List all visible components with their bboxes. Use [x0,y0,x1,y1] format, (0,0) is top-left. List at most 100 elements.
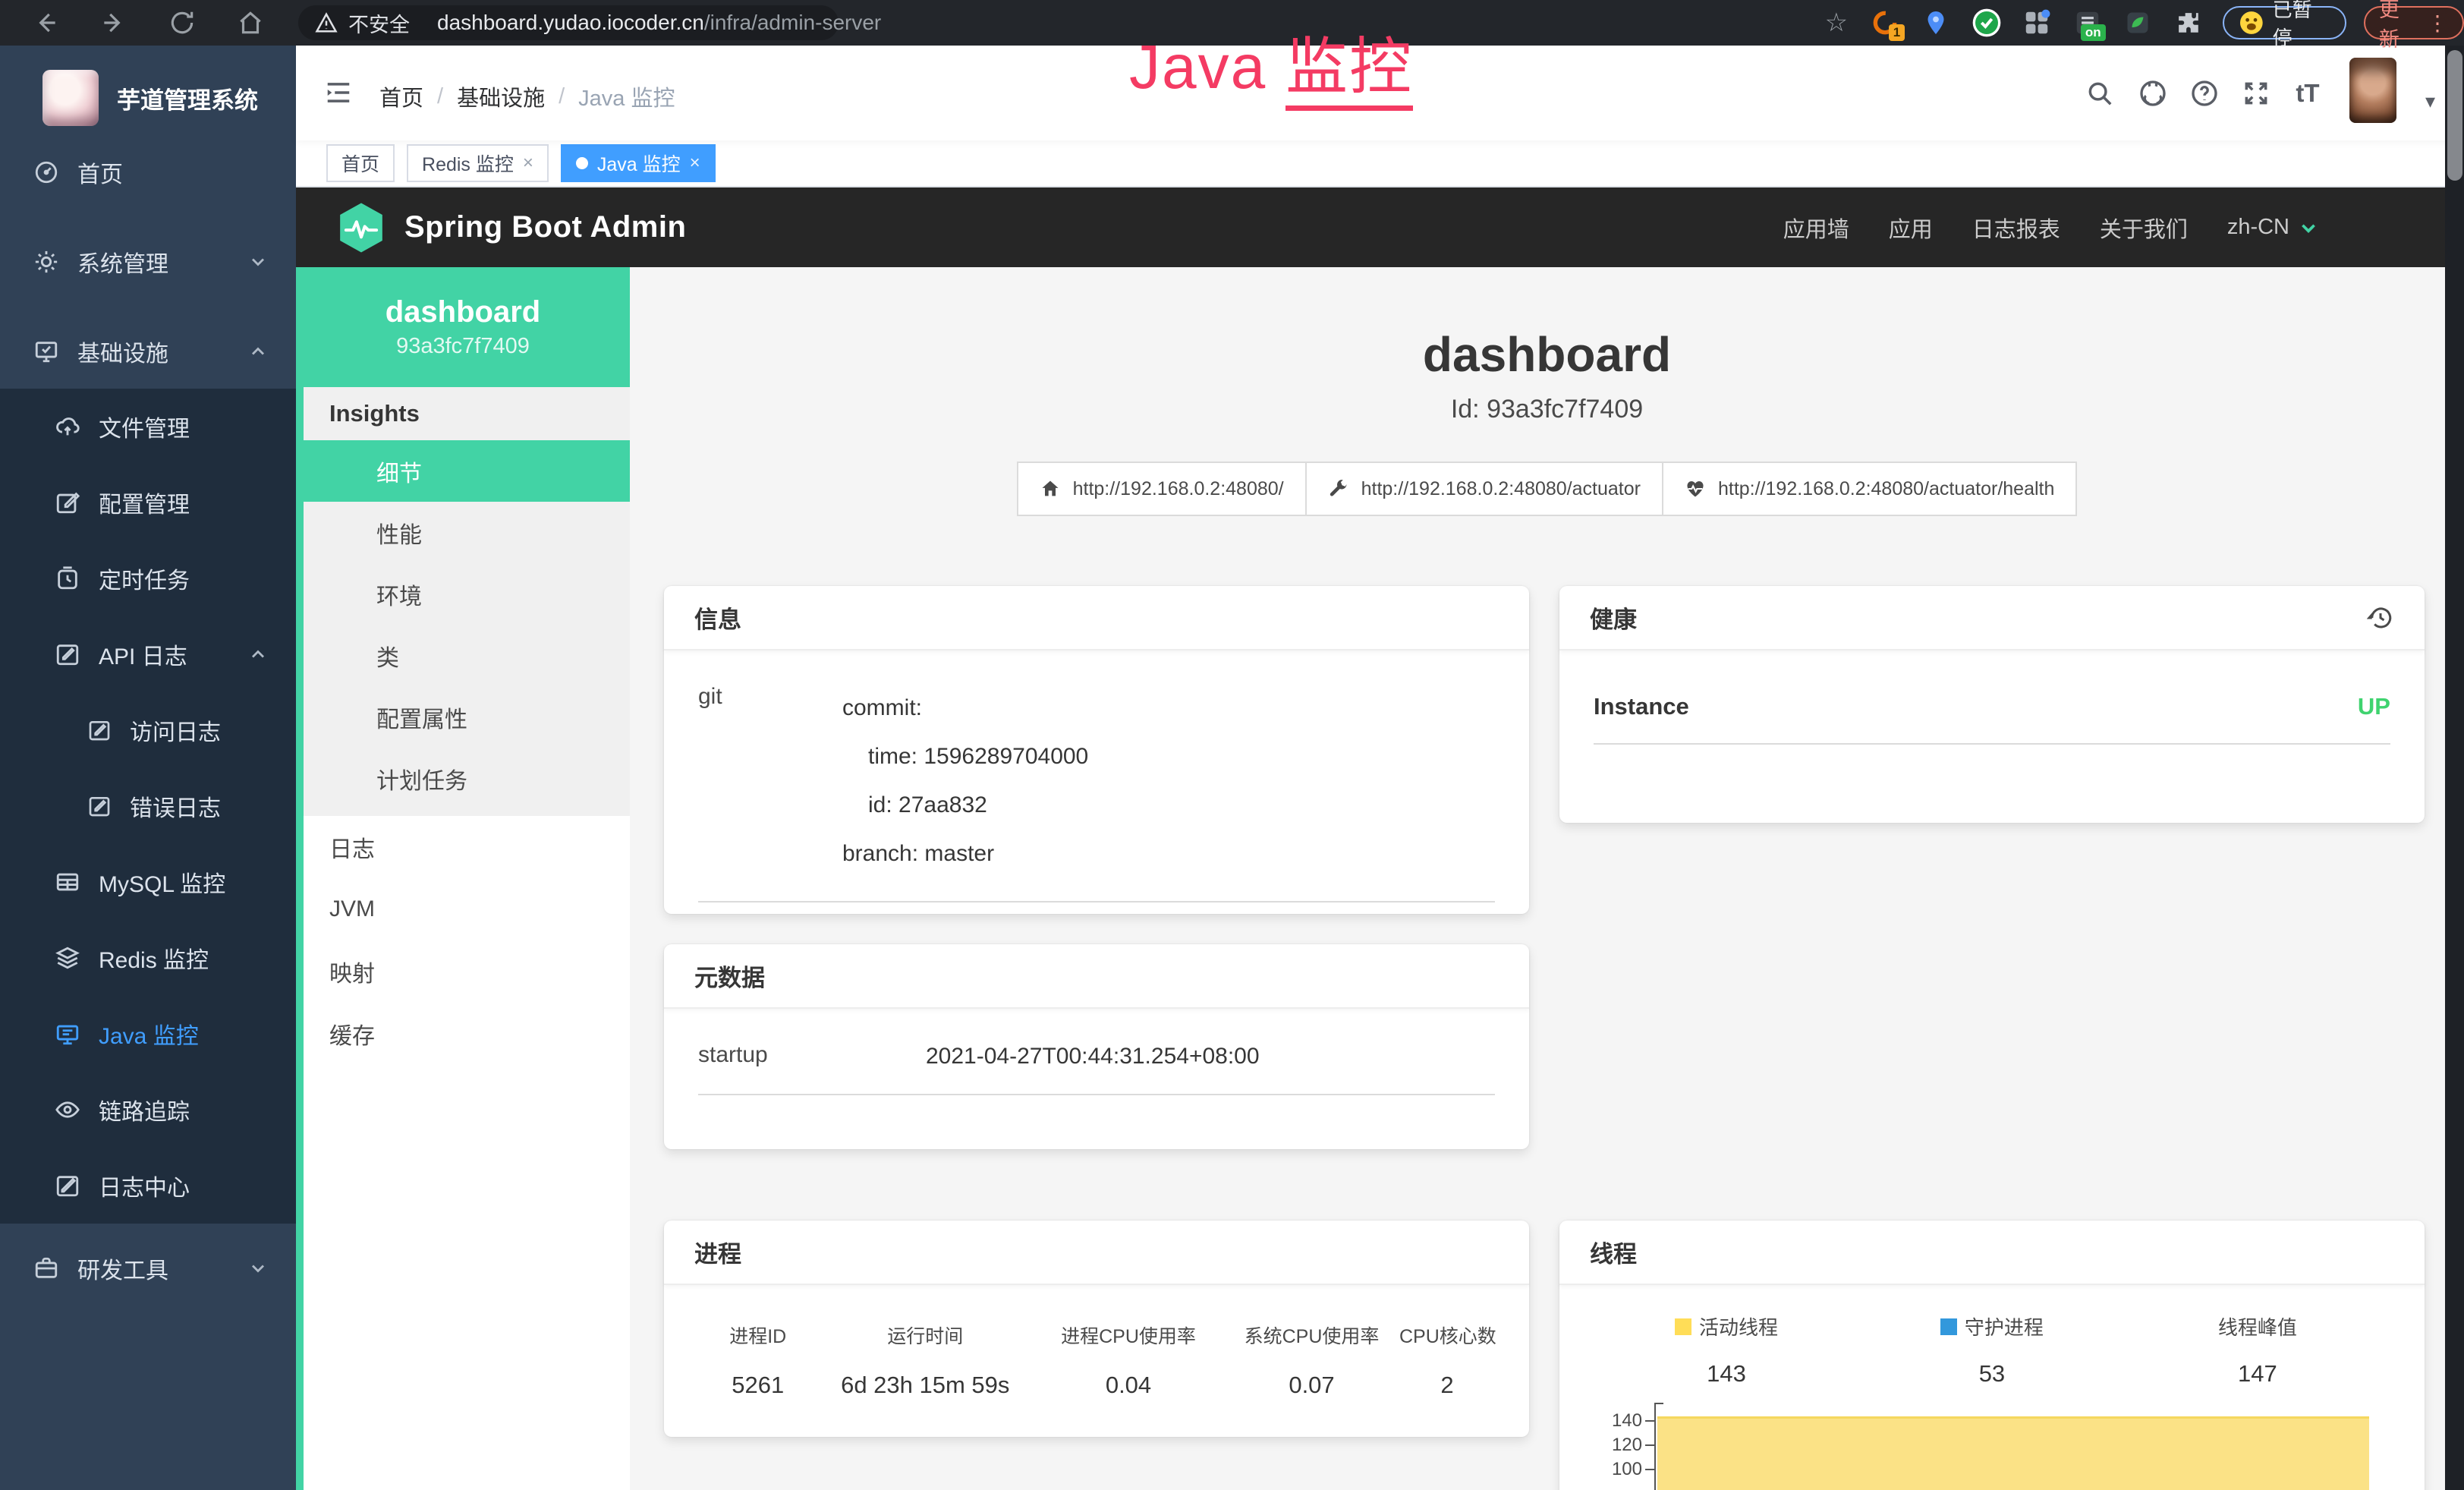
browser-back-icon[interactable] [31,8,60,37]
daemon-threads-value: 53 [1859,1360,2125,1388]
paused-extension-pill[interactable]: 已暂停 [2223,6,2346,39]
sba-menu-details[interactable]: 细节 [296,440,630,502]
bookmark-star-icon[interactable]: ☆ [1821,8,1852,38]
browser-forward-icon[interactable] [99,8,128,37]
tag-java-monitor[interactable]: Java 监控 × [561,144,716,182]
sba-menu-applications[interactable]: 应用 [1889,212,1933,244]
sidebar-item-label: 研发工具 [77,1252,168,1285]
address-bar[interactable]: 不安全 dashboard.yudao.iocoder.cn/infra/adm… [298,5,839,40]
instance-title: dashboard [630,328,2464,381]
extension-onetab-icon[interactable]: on [2071,6,2104,39]
sba-menu-scheduled-tasks[interactable]: 计划任务 [304,748,630,809]
sidebar-item-redis-monitor[interactable]: Redis 监控 [0,920,296,996]
browser-menu-kebab-icon[interactable]: ⋮ [2427,11,2449,36]
avatar-caret-icon[interactable]: ▾ [2425,90,2435,113]
service-url-chip[interactable]: http://192.168.0.2:48080/ [1017,461,1307,516]
sidebar-item-java-monitor[interactable]: Java 监控 [0,996,296,1072]
extension-updater-icon[interactable]: 1 [1869,6,1902,39]
sba-menu-mappings[interactable]: 映射 [304,940,630,1003]
sidebar-item-mysql-monitor[interactable]: MySQL 监控 [0,844,296,920]
sidebar-item-label: Redis 监控 [99,941,209,975]
extension-green-circle-icon[interactable] [1970,6,2003,39]
extension-badge: 1 [1889,24,1905,41]
onetab-badge: on [2081,24,2106,41]
sba-menu-jvm[interactable]: JVM [304,878,630,940]
breadcrumb-infrastructure[interactable]: 基础设施 [457,80,545,112]
update-label: 更新 [2379,0,2419,52]
search-icon[interactable] [2084,77,2116,109]
actuator-url-chip[interactable]: http://192.168.0.2:48080/actuator [1305,461,1663,516]
extension-pin-icon[interactable] [1919,6,1953,39]
sba-menu-caches[interactable]: 缓存 [304,1003,630,1065]
sidebar-item-file-manage[interactable]: 文件管理 [0,389,296,465]
hamburger-icon[interactable] [323,78,354,107]
sidebar-item-error-logs[interactable]: 错误日志 [0,768,296,844]
app-sidebar: 芋道管理系统 首页 系统管理 [0,46,296,1490]
sidebar-item-label: 链路追踪 [99,1093,190,1126]
github-icon[interactable] [2137,77,2169,109]
sidebar-item-log-center[interactable]: 日志中心 [0,1148,296,1224]
help-icon[interactable] [2189,77,2220,109]
page-scrollbar-thumb[interactable] [2447,50,2462,181]
legend-live: 活动线程 [1594,1312,1859,1340]
threads-card-title: 线程 [1590,1235,1637,1269]
active-tag-dot [576,157,588,169]
y-tick [1645,1469,1654,1470]
sidebar-item-api-logs[interactable]: API 日志 [0,616,296,692]
sidebar-item-infrastructure[interactable]: 基础设施 [0,307,296,396]
extension-leaf-icon[interactable] [2122,6,2155,39]
sidebar-item-config-manage[interactable]: 配置管理 [0,465,296,540]
locale-caret-icon [2299,218,2318,238]
threads-card: 线程 活动线程 守护进程 线程峰值 143 53 [1559,1221,2425,1490]
extension-tabs-grid-icon[interactable] [2020,6,2053,39]
legend-daemon: 守护进程 [1859,1312,2125,1340]
sba-brand[interactable]: Spring Boot Admin [296,202,686,254]
tag-home[interactable]: 首页 [326,144,395,182]
sba-menu-metrics[interactable]: 性能 [304,502,630,563]
process-cpu-value: 0.04 [1033,1372,1224,1399]
app-frame: 芋道管理系统 首页 系统管理 [0,46,2464,1490]
sidebar-item-home[interactable]: 首页 [0,128,296,217]
screenshot-root: 不安全 dashboard.yudao.iocoder.cn/infra/adm… [0,0,2464,1490]
sba-menu-journal[interactable]: 日志报表 [1972,212,2060,244]
sidebar-item-tracing[interactable]: 链路追踪 [0,1072,296,1148]
sba-menu-about[interactable]: 关于我们 [2100,212,2188,244]
sba-menu-classes[interactable]: 类 [304,625,630,686]
process-table: 进程ID5261 运行时间6d 23h 15m 59s 进程CPU使用率0.04… [698,1321,1495,1399]
browser-home-icon[interactable] [236,8,265,37]
text-size-glyph: tT [2296,79,2319,108]
java-monitor-icon [55,1021,80,1047]
tag-label: Redis 监控 [422,150,514,177]
tag-close-icon[interactable]: × [690,153,700,174]
sba-locale-select[interactable]: zh-CN [2227,215,2318,240]
tag-redis-monitor[interactable]: Redis 监控 × [407,144,549,182]
monitor-check-icon [33,339,59,364]
extensions-puzzle-icon[interactable] [2172,6,2205,39]
sidebar-item-system[interactable]: 系统管理 [0,217,296,307]
health-instance-row[interactable]: Instance UP [1594,693,2390,720]
sidebar-item-dev-tools[interactable]: 研发工具 [0,1224,296,1313]
fullscreen-icon[interactable] [2240,77,2272,109]
browser-update-pill[interactable]: 更新 ⋮ [2364,6,2464,39]
threads-values: 143 53 147 [1594,1360,2390,1388]
text-size-icon[interactable]: tT [2292,77,2324,109]
sba-instance-header[interactable]: dashboard 93a3fc7f7409 [296,267,630,387]
breadcrumb-home[interactable]: 首页 [379,80,423,112]
health-url-chip[interactable]: http://192.168.0.2:48080/actuator/health [1662,461,2077,516]
app-logo[interactable]: 芋道管理系统 [42,70,258,126]
process-col-header: CPU核心数 [1399,1321,1495,1349]
y-axis [1654,1403,1656,1490]
browser-reload-icon[interactable] [168,8,197,37]
history-icon[interactable] [2367,604,2394,632]
page-scrollbar-track[interactable] [2445,46,2464,1490]
sba-menu-environment[interactable]: 环境 [304,563,630,625]
user-avatar[interactable] [2349,58,2396,123]
sba-menu-wallboard[interactable]: 应用墙 [1783,212,1849,244]
sba-menu-logging[interactable]: 日志 [304,816,630,878]
sba-menu-config-props[interactable]: 配置属性 [304,686,630,748]
tag-close-icon[interactable]: × [523,153,533,174]
sidebar-item-scheduled-jobs[interactable]: 定时任务 [0,540,296,616]
app-title: 芋道管理系统 [117,81,258,115]
sidebar-item-access-logs[interactable]: 访问日志 [0,692,296,768]
tag-label: 首页 [341,150,379,177]
